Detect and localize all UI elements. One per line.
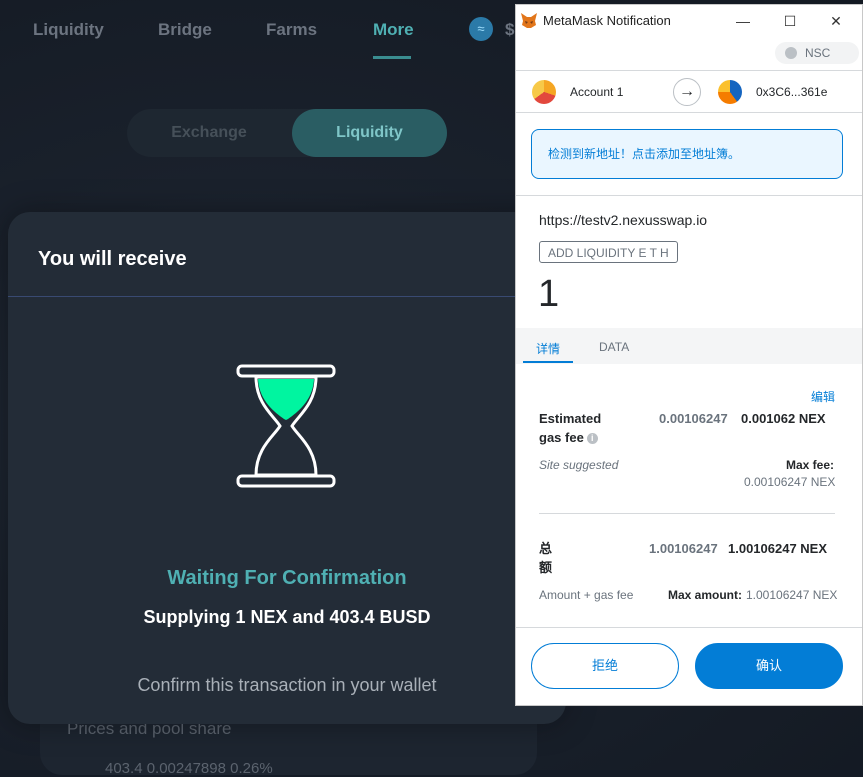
site-suggested: Site suggested bbox=[539, 458, 619, 472]
info-icon[interactable]: i bbox=[586, 433, 598, 445]
window-titlebar: MetaMask Notification — ☐ ✕ bbox=[516, 5, 862, 37]
top-nav: Liquidity Bridge Farms More ≈ $ bbox=[0, 0, 560, 62]
tab-details[interactable]: 详情 bbox=[536, 340, 560, 357]
metamask-fox-icon bbox=[521, 13, 537, 28]
max-amount-label: Max amount: bbox=[668, 588, 743, 602]
minimize-icon[interactable]: — bbox=[728, 9, 758, 33]
total-value: 1.00106247 NEX bbox=[728, 541, 828, 556]
max-fee-value: 0.00106247 NEX bbox=[744, 475, 836, 489]
divider bbox=[516, 70, 862, 71]
gas-fee-fiat: 0.00106247 bbox=[659, 411, 728, 426]
metamask-window: MetaMask Notification — ☐ ✕ NSC Account … bbox=[515, 4, 863, 706]
gas-fee-label-line1: Estimated bbox=[539, 411, 602, 426]
tab-data[interactable]: DATA bbox=[599, 340, 629, 354]
tab-exchange[interactable]: Exchange bbox=[127, 109, 291, 157]
supplying-summary: Supplying 1 NEX and 403.4 BUSD bbox=[143, 607, 431, 627]
tab-liquidity[interactable]: Liquidity bbox=[292, 109, 447, 157]
method-badge: ADD LIQUIDITY E T H bbox=[539, 241, 678, 263]
window-title: MetaMask Notification bbox=[543, 13, 671, 28]
balance-partial: $ bbox=[505, 20, 515, 39]
exchange-liquidity-toggle: Exchange Liquidity bbox=[127, 109, 447, 157]
max-fee-label: Max fee: bbox=[786, 458, 835, 472]
account-row: Account 1 → 0x3C6...361e bbox=[516, 72, 862, 112]
nav-active-indicator bbox=[373, 56, 411, 59]
to-address[interactable]: 0x3C6...361e bbox=[756, 85, 827, 99]
divider bbox=[516, 627, 862, 628]
confirmation-modal: You will receive Waiting For Confirmatio… bbox=[8, 212, 566, 724]
total-fiat: 1.00106247 bbox=[649, 541, 718, 556]
network-selector[interactable]: NSC bbox=[775, 42, 859, 64]
reject-button[interactable]: 拒绝 bbox=[531, 643, 679, 689]
modal-title: You will receive bbox=[38, 248, 187, 270]
divider bbox=[516, 112, 862, 113]
from-account-avatar bbox=[532, 80, 556, 104]
nav-liquidity[interactable]: Liquidity bbox=[33, 20, 104, 40]
to-address-avatar bbox=[718, 80, 742, 104]
modal-divider bbox=[8, 296, 566, 297]
tab-active-indicator bbox=[523, 361, 573, 363]
nav-farms[interactable]: Farms bbox=[266, 20, 317, 40]
divider bbox=[539, 513, 835, 514]
new-address-notice[interactable]: 检测到新地址！点击添加至地址簿。 bbox=[531, 129, 843, 179]
max-amount-value: 1.00106247 NEX bbox=[746, 588, 838, 602]
confirm-button[interactable]: 确认 bbox=[695, 643, 843, 689]
confirm-in-wallet-text: Confirm this transaction in your wallet bbox=[137, 675, 437, 695]
network-icon bbox=[785, 47, 797, 59]
from-account-name: Account 1 bbox=[570, 85, 624, 99]
arrow-right-icon: → bbox=[673, 78, 701, 106]
maximize-icon[interactable]: ☐ bbox=[775, 9, 805, 33]
tx-amount: 1 bbox=[538, 273, 560, 315]
amount-plus-gas-label: Amount + gas fee bbox=[539, 588, 634, 602]
site-origin: https://testv2.nexusswap.io bbox=[539, 212, 708, 228]
gas-fee-value: 0.001062 NEX bbox=[741, 411, 826, 426]
gas-fee-label-line2: gas fee i bbox=[539, 428, 598, 447]
waiting-for-confirmation-title: Waiting For Confirmation bbox=[167, 567, 407, 589]
edit-gas-link[interactable]: 编辑 bbox=[811, 388, 835, 405]
prices-pool-share-values: 403.4 0.00247898 0.26% bbox=[105, 760, 273, 777]
details-tabs: 详情 DATA bbox=[516, 328, 862, 364]
total-label-line2: 额 bbox=[539, 560, 553, 575]
close-icon[interactable]: ✕ bbox=[821, 9, 851, 33]
nav-more[interactable]: More bbox=[373, 20, 414, 40]
nexus-logo-icon: ≈ bbox=[469, 17, 493, 41]
gas-fee-label-text: gas fee bbox=[539, 430, 584, 445]
nav-bridge[interactable]: Bridge bbox=[158, 20, 212, 40]
divider bbox=[516, 195, 862, 196]
network-label: NSC bbox=[805, 46, 831, 60]
total-label-line1: 总 bbox=[539, 541, 553, 556]
hourglass-icon bbox=[236, 364, 336, 488]
